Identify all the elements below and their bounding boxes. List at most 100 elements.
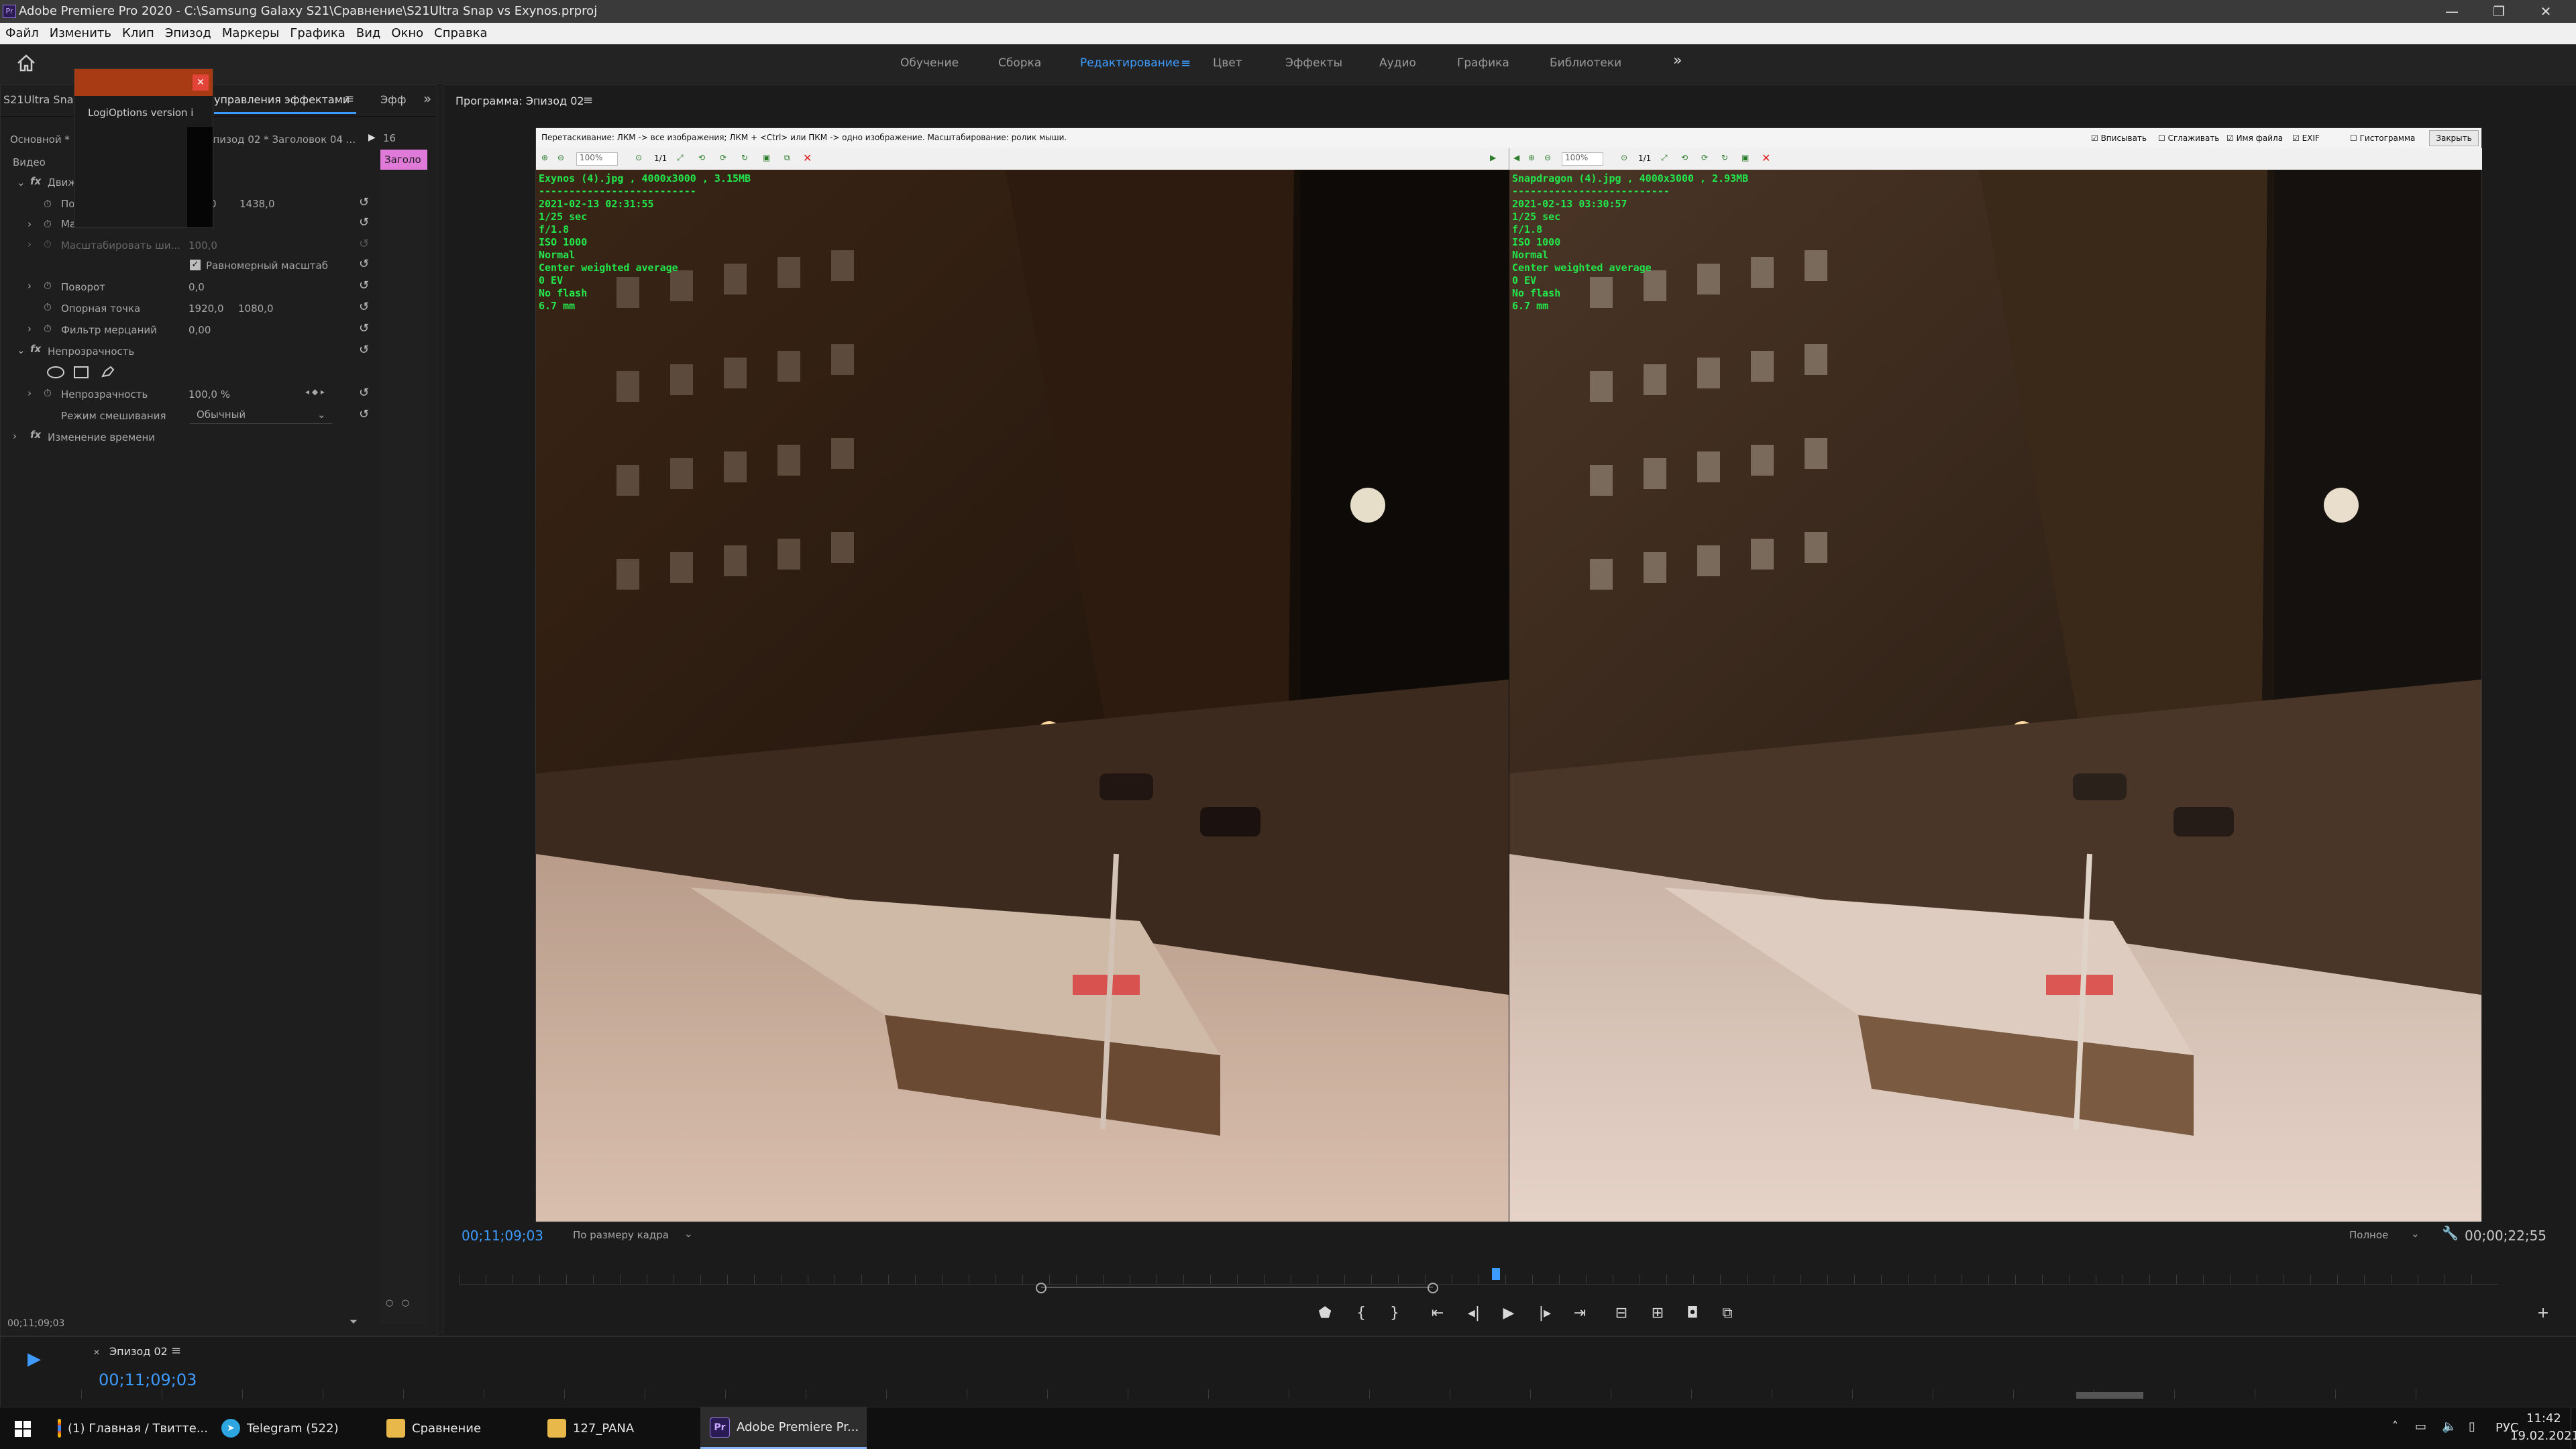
network-icon[interactable]: ▭ bbox=[2415, 1419, 2426, 1434]
menu-file[interactable]: Файл bbox=[0, 23, 44, 40]
play-button[interactable]: ▶ bbox=[1499, 1305, 1519, 1322]
popup-close-button[interactable]: ✕ bbox=[193, 74, 209, 91]
wrench-icon[interactable]: 🔧 bbox=[2442, 1225, 2459, 1241]
effects-tab[interactable]: Эфф bbox=[380, 93, 407, 106]
tray-chevron-up-icon[interactable]: ˄ bbox=[2392, 1419, 2398, 1434]
motion-expander-icon[interactable]: ⌄ bbox=[17, 176, 25, 189]
stopwatch-icon[interactable]: ⏱ bbox=[44, 323, 52, 335]
menu-graphics[interactable]: Графика bbox=[284, 23, 350, 40]
step-back-button[interactable]: ◂| bbox=[1464, 1305, 1484, 1322]
play-only-icon[interactable]: ▶ bbox=[368, 132, 376, 143]
zoom-in-icon[interactable]: ⊕ bbox=[541, 153, 548, 162]
exif-checkbox[interactable]: ☑ EXIF bbox=[2292, 133, 2320, 143]
rotation-expander-icon[interactable]: › bbox=[28, 280, 32, 292]
zoom-scrollbar-end-handle[interactable] bbox=[1428, 1283, 1438, 1293]
menu-help[interactable]: Справка bbox=[429, 23, 492, 40]
zoom-out-icon[interactable]: ⊖ bbox=[1544, 153, 1551, 162]
time-remap-expander-icon[interactable]: › bbox=[13, 430, 17, 442]
panel-menu-icon[interactable]: ≡ bbox=[344, 92, 354, 106]
extract-button[interactable]: ⊞ bbox=[1648, 1305, 1668, 1322]
flicker-expander-icon[interactable]: › bbox=[28, 323, 32, 335]
zoom-out-icon[interactable]: ⊖ bbox=[557, 153, 564, 162]
fit-checkbox[interactable]: ☑ Вписывать bbox=[2091, 133, 2147, 143]
program-time-ruler[interactable] bbox=[459, 1275, 2498, 1285]
blend-mode-select[interactable]: Обычный ⌄ bbox=[190, 407, 332, 424]
panel-menu-icon[interactable]: ≡ bbox=[171, 1344, 181, 1358]
menu-markers[interactable]: Маркеры bbox=[217, 23, 285, 40]
opacity-section-label[interactable]: Непрозрачность bbox=[48, 345, 134, 358]
tab-graphics[interactable]: Графика bbox=[1457, 56, 1509, 70]
go-to-in-button[interactable]: ⇤ bbox=[1428, 1305, 1448, 1322]
zoom-scrollbar-start-handle[interactable] bbox=[1036, 1283, 1046, 1293]
master-clip-label[interactable]: Основной * bbox=[10, 133, 70, 146]
maximize-button[interactable]: ❐ bbox=[2475, 0, 2522, 23]
ratio-1to1-button[interactable]: 1/1 bbox=[654, 154, 667, 163]
tab-editing[interactable]: Редактирование bbox=[1080, 56, 1179, 70]
left-zoom-select[interactable]: 100% bbox=[576, 152, 618, 166]
work-area-bar[interactable] bbox=[2076, 1392, 2143, 1399]
rotate-left-icon[interactable]: ⟲ bbox=[1681, 153, 1688, 162]
panel-menu-icon[interactable]: ≡ bbox=[583, 93, 593, 107]
clock-date[interactable]: 19.02.2021 bbox=[2510, 1429, 2576, 1443]
remove-image-icon[interactable]: ✕ bbox=[803, 152, 812, 164]
program-timecode[interactable]: 00;11;09;03 bbox=[462, 1228, 543, 1244]
sequence-clip-label[interactable]: Эпизод 02 * Заголовок 04 ... bbox=[206, 133, 356, 146]
taskbar-item-folder-comparison[interactable]: Сравнение bbox=[386, 1407, 537, 1449]
save-icon[interactable]: ▣ bbox=[763, 153, 770, 162]
mini-timeline[interactable] bbox=[380, 171, 427, 1325]
taskbar-item-folder-pana[interactable]: 127_PANA bbox=[547, 1407, 698, 1449]
expand-icon[interactable]: ⤢ bbox=[677, 153, 684, 163]
opacity-expander-icon[interactable]: ⌄ bbox=[17, 344, 25, 356]
keyframe-nav-icon[interactable]: ◂ ◆ ▸ bbox=[305, 387, 325, 396]
zoom-scrollbar[interactable] bbox=[1041, 1287, 1433, 1288]
effect-controls-timecode[interactable]: 00;11;09;03 bbox=[7, 1318, 64, 1329]
comparison-view-button[interactable]: ⧉ bbox=[1717, 1305, 1737, 1322]
reset-icon[interactable]: ↺ bbox=[359, 278, 369, 292]
clip-chip[interactable]: Заголо bbox=[380, 150, 427, 170]
left-photo[interactable]: Exynos (4).jpg , 4000x3000 , 3.15MB ----… bbox=[536, 170, 1509, 1222]
copy-icon[interactable]: ⧉ bbox=[784, 153, 790, 163]
refresh-icon[interactable]: ↻ bbox=[741, 153, 748, 162]
step-forward-button[interactable]: |▸ bbox=[1535, 1305, 1555, 1322]
rectangle-mask-icon[interactable] bbox=[73, 366, 89, 379]
reset-icon[interactable]: ↺ bbox=[359, 321, 369, 335]
zoom-in-icon[interactable]: ⊕ bbox=[1528, 153, 1535, 162]
tab-libraries[interactable]: Библиотеки bbox=[1550, 56, 1621, 70]
position-y-value[interactable]: 1438,0 bbox=[239, 198, 275, 210]
taskbar-item-premiere[interactable]: Pr Adobe Premiere Pr... bbox=[700, 1407, 867, 1449]
ratio-1to1-button[interactable]: 1/1 bbox=[1638, 154, 1651, 163]
zoom-slider-handle[interactable]: ○ ○ bbox=[386, 1298, 409, 1308]
rotate-right-icon[interactable]: ⟳ bbox=[720, 153, 727, 162]
save-icon[interactable]: ▣ bbox=[1741, 153, 1749, 162]
rotate-right-icon[interactable]: ⟳ bbox=[1701, 153, 1708, 162]
tab-effects[interactable]: Эффекты bbox=[1285, 56, 1342, 70]
fit-icon[interactable]: ⊙ bbox=[1621, 153, 1627, 162]
histogram-checkbox[interactable]: ☐ Гистограмма bbox=[2350, 133, 2415, 143]
right-photo[interactable]: Snapdragon (4).jpg , 4000x3000 , 2.93MB … bbox=[1509, 170, 2481, 1222]
taskbar-item-chrome[interactable]: (1) Главная / Твитте... bbox=[58, 1407, 208, 1449]
tab-color[interactable]: Цвет bbox=[1213, 56, 1242, 70]
scale-expander-icon[interactable]: › bbox=[28, 218, 32, 230]
rotate-left-icon[interactable]: ⟲ bbox=[698, 153, 705, 162]
right-zoom-select[interactable]: 100% bbox=[1562, 152, 1603, 166]
pen-mask-icon[interactable] bbox=[100, 364, 116, 379]
reset-icon[interactable]: ↺ bbox=[359, 343, 369, 357]
workspace-menu-icon[interactable]: ≡ bbox=[1181, 56, 1191, 70]
expand-icon[interactable]: ⤢ bbox=[1661, 153, 1668, 163]
menu-edit[interactable]: Изменить bbox=[44, 23, 117, 40]
effect-controls-tab[interactable]: управления эффектами bbox=[214, 93, 350, 106]
reset-icon[interactable]: ↺ bbox=[359, 386, 369, 400]
taskbar-item-telegram[interactable]: ➤ Telegram (522) bbox=[221, 1407, 372, 1449]
tab-assembly[interactable]: Сборка bbox=[998, 56, 1041, 70]
menu-window[interactable]: Окно bbox=[386, 23, 429, 40]
menu-view[interactable]: Вид bbox=[351, 23, 386, 40]
close-window-button[interactable]: ✕ bbox=[2522, 0, 2569, 23]
export-frame-button[interactable]: ◘ bbox=[1682, 1305, 1703, 1322]
go-to-out-button[interactable]: ⇥ bbox=[1570, 1305, 1590, 1322]
program-monitor-title[interactable]: Программа: Эпизод 02 bbox=[455, 95, 584, 107]
add-marker-button[interactable]: ⬟ bbox=[1315, 1305, 1335, 1322]
anchor-y-value[interactable]: 1080,0 bbox=[238, 303, 274, 315]
mark-in-button[interactable]: { bbox=[1351, 1305, 1371, 1322]
timeline-timecode[interactable]: 00;11;09;03 bbox=[99, 1371, 197, 1389]
menu-sequence[interactable]: Эпизод bbox=[160, 23, 217, 40]
